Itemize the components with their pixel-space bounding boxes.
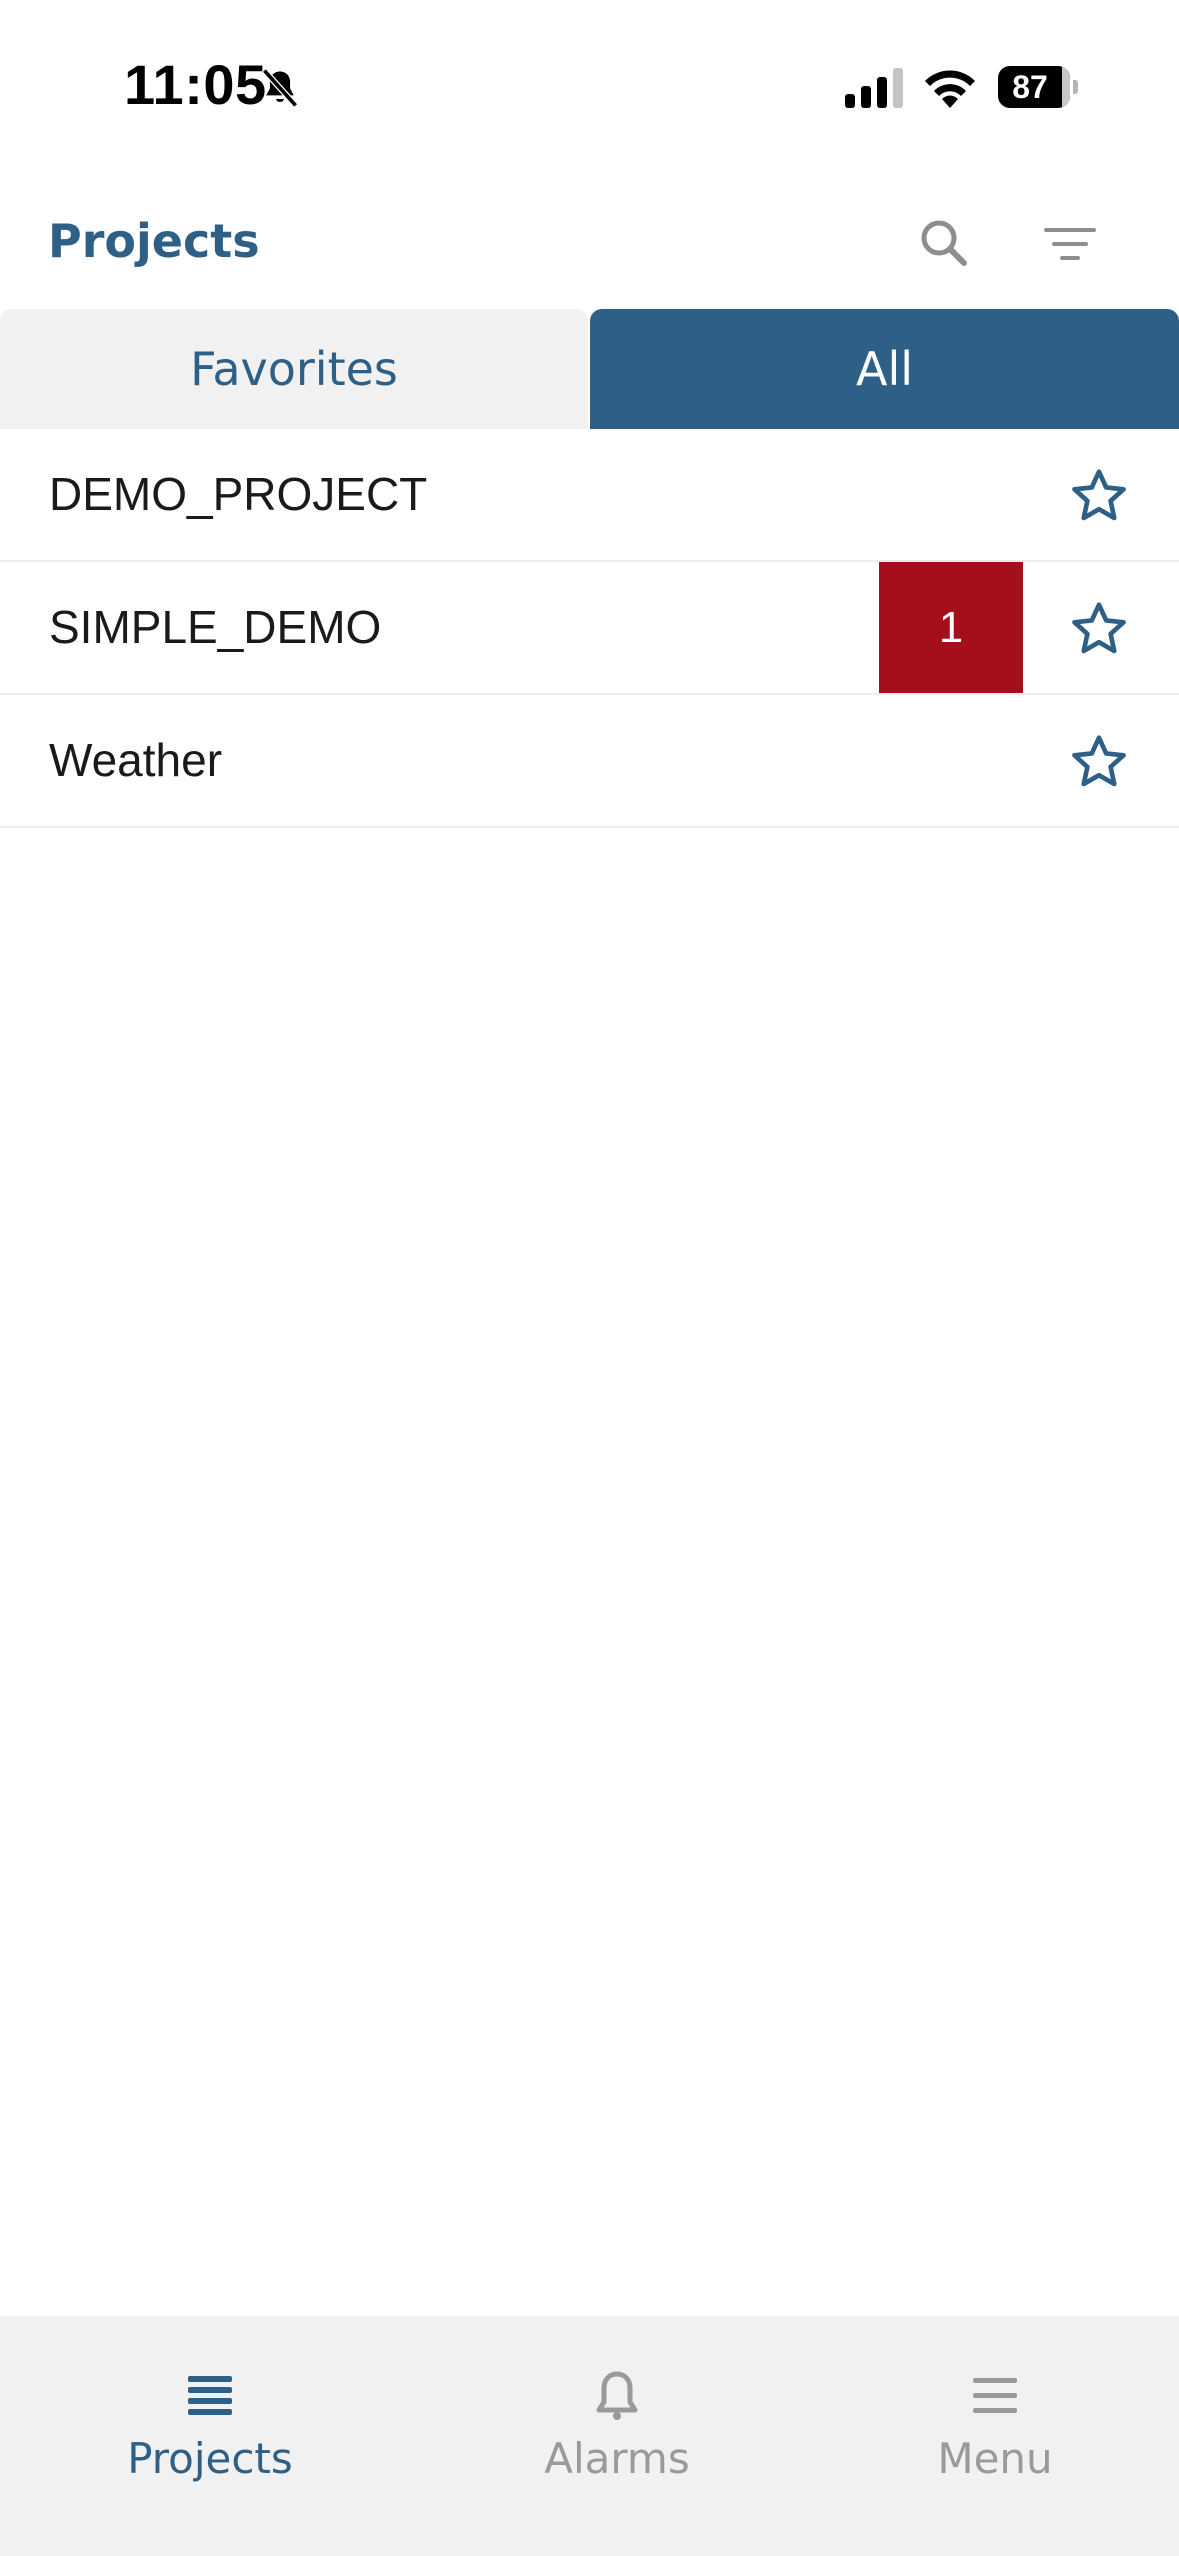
project-row-simple-demo[interactable]: SIMPLE_DEMO 1: [0, 562, 1179, 695]
battery-icon: 87: [998, 66, 1078, 108]
project-row-demo-project[interactable]: DEMO_PROJECT: [0, 429, 1179, 562]
tab-all[interactable]: All: [590, 309, 1179, 429]
star-icon[interactable]: [1068, 465, 1130, 527]
filter-icon[interactable]: [1038, 212, 1102, 276]
project-name: SIMPLE_DEMO: [49, 601, 382, 653]
menu-icon: [973, 2378, 1017, 2413]
nav-menu[interactable]: Menu: [845, 2316, 1145, 2556]
wifi-icon: [925, 70, 975, 108]
nav-projects[interactable]: Projects: [60, 2316, 360, 2556]
project-tabs: Favorites All: [0, 309, 1179, 429]
project-row-weather[interactable]: Weather: [0, 695, 1179, 828]
star-icon[interactable]: [1068, 598, 1130, 660]
page-title: Projects: [48, 214, 260, 268]
list-icon: [188, 2376, 232, 2415]
search-icon[interactable]: [912, 212, 976, 276]
cellular-signal-icon: [845, 68, 903, 108]
bell-icon: [596, 2371, 638, 2420]
project-name: Weather: [49, 734, 223, 786]
status-bar: 11:05 87: [0, 0, 1179, 170]
nav-menu-label: Menu: [937, 2434, 1053, 2483]
star-icon[interactable]: [1068, 731, 1130, 793]
battery-level: 87: [1012, 69, 1048, 105]
app-header: Projects: [0, 190, 1179, 300]
bottom-nav: Projects Alarms Menu: [0, 2316, 1179, 2556]
nav-alarms[interactable]: Alarms: [467, 2316, 767, 2556]
nav-alarms-label: Alarms: [544, 2434, 690, 2483]
nav-projects-label: Projects: [127, 2434, 293, 2483]
bell-slash-icon: [262, 68, 298, 108]
alarm-count-badge: 1: [879, 562, 1023, 693]
project-name: DEMO_PROJECT: [49, 468, 428, 520]
status-time: 11:05: [124, 53, 267, 116]
project-list: DEMO_PROJECT SIMPLE_DEMO 1 Weather: [0, 429, 1179, 828]
tab-favorites[interactable]: Favorites: [0, 309, 588, 429]
